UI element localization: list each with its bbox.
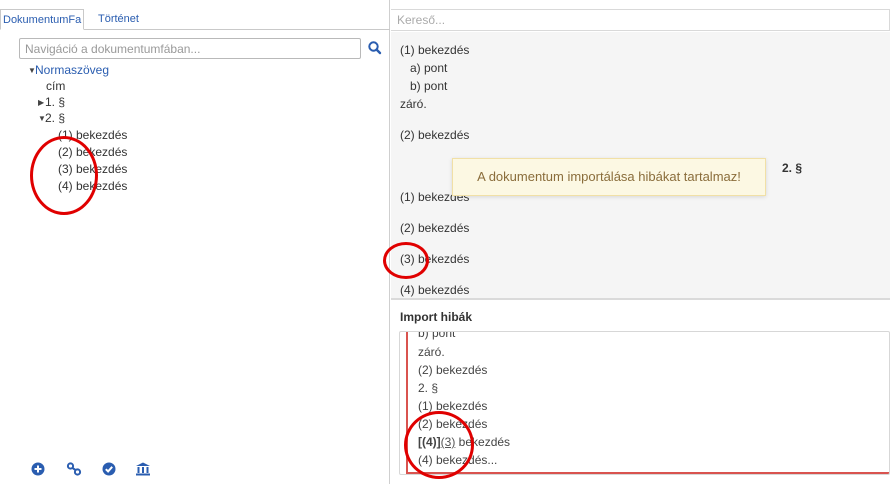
tree-search-input[interactable] <box>19 38 361 59</box>
doc-paragraph-4b: (4) bekezdés <box>400 283 470 297</box>
doc-paragraph-3b: (3) bekezdés <box>400 252 470 266</box>
tab-tortenet[interactable]: Történet <box>95 9 142 30</box>
tab-bar: DokumentumFa Történet <box>0 9 390 30</box>
import-line: (4) bekezdés... <box>418 453 498 467</box>
tree-item-paragraph-3[interactable]: (3) bekezdés <box>58 161 127 177</box>
import-line: (1) bekezdés <box>418 399 488 413</box>
tree-item-label: 2. § <box>45 111 66 125</box>
import-line: b) pont <box>418 331 456 340</box>
error-link[interactable]: (3) <box>441 435 456 449</box>
tree-item-section-1[interactable]: ▶1. § <box>38 94 65 111</box>
tree-item-paragraph-4[interactable]: (4) bekezdés <box>58 178 127 194</box>
import-warning-toast[interactable]: A dokumentum importálása hibákat tartalm… <box>452 158 766 196</box>
doc-point-b: b) pont <box>410 79 448 93</box>
tree-item-normaszoveg[interactable]: ▼Normaszöveg <box>28 62 109 79</box>
tree-item-paragraph-2[interactable]: (2) bekezdés <box>58 144 127 160</box>
document-search-input[interactable] <box>391 9 890 31</box>
caret-down-icon[interactable]: ▼ <box>38 111 46 127</box>
caret-down-icon[interactable]: ▼ <box>28 63 36 79</box>
import-errors-list[interactable]: b) pont záró. (2) bekezdés 2. § (1) beke… <box>399 331 890 475</box>
error-underline <box>406 472 889 474</box>
caret-right-icon[interactable]: ▶ <box>38 95 45 111</box>
doc-paragraph-2b: (2) bekezdés <box>400 221 470 235</box>
tab-dokumentumfa[interactable]: DokumentumFa <box>0 9 85 30</box>
error-rail <box>406 332 408 474</box>
doc-point-a: a) pont <box>410 61 448 75</box>
import-line: (2) bekezdés <box>418 363 488 377</box>
import-line: záró. <box>418 345 445 359</box>
check-circle-icon[interactable] <box>101 461 117 477</box>
import-line: 2. § <box>418 381 439 395</box>
import-error-line: [(4)](3) bekezdés <box>418 434 510 450</box>
tree-item-section-2[interactable]: ▼2. § <box>38 110 65 127</box>
error-rest: bekezdés <box>455 435 511 449</box>
tree-item-cim[interactable]: cím <box>46 78 65 94</box>
error-marker: [(4)] <box>418 435 441 449</box>
document-search-bar <box>391 9 890 31</box>
bank-icon[interactable] <box>135 461 151 477</box>
tree-item-paragraph-1[interactable]: (1) bekezdés <box>58 127 127 143</box>
doc-closing: záró. <box>400 97 427 111</box>
doc-paragraph-1: (1) bekezdés <box>400 43 470 57</box>
plus-circle-icon[interactable] <box>30 461 46 477</box>
import-line: (2) bekezdés <box>418 417 488 431</box>
tree-item-label: 1. § <box>45 95 66 109</box>
link-icon[interactable] <box>66 461 82 477</box>
doc-paragraph-2: (2) bekezdés <box>400 128 470 142</box>
document-tree-panel: DokumentumFa Történet ▼Normaszöveg cím ▶… <box>0 0 390 484</box>
import-errors-panel: Import hibák b) pont záró. (2) bekezdés … <box>391 300 890 484</box>
import-errors-title: Import hibák <box>400 310 473 324</box>
search-icon[interactable] <box>367 39 383 57</box>
doc-section-heading: 2. § <box>782 161 803 175</box>
tree-item-label: Normaszöveg <box>35 63 110 77</box>
